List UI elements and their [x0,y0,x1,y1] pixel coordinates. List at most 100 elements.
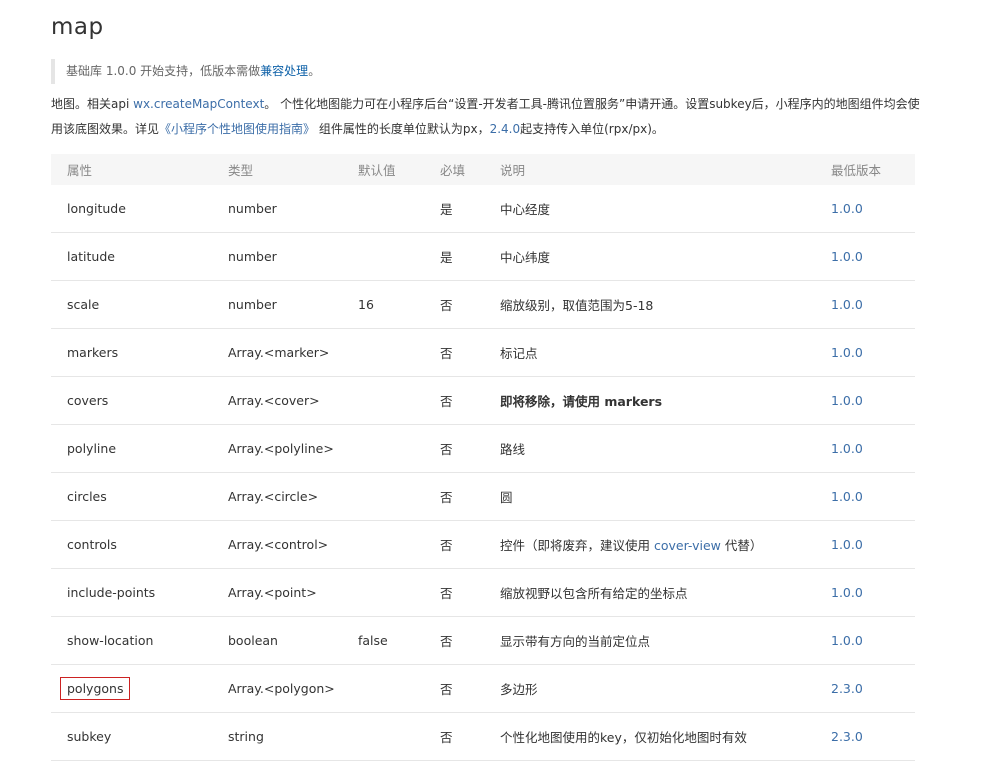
cell-required: 否 [440,520,500,569]
version-link[interactable]: 1.0.0 [831,345,863,360]
table-row: polygons Array.<polygon> 否多边形 2.3.0 [51,664,915,713]
cell-type: Array.<point> [212,568,358,617]
desc-text-1: 地图。相关api [51,97,134,111]
cell-attr: latitude [51,232,212,281]
version-link[interactable]: 1.0.0 [831,441,863,456]
cell-required: 否 [440,664,500,713]
header-desc: 说明 [500,163,526,178]
desc-text-3: 组件属性的长度单位默认为px， [315,122,490,136]
cell-default [358,185,440,233]
cell-attr: polyline [51,424,212,473]
version-link[interactable]: 1.0.0 [831,633,863,648]
table-row: show-location boolean false 否显示带有方向的当前定位点 1.… [51,616,915,665]
version-link[interactable]: 1.0.0 [831,297,863,312]
support-tip: 基础库 1.0.0 开始支持，低版本需做兼容处理。 [51,59,551,84]
tip-text: 基础库 1.0.0 开始支持，低版本需做 [66,64,261,78]
cell-attr: include-points [51,568,212,617]
cell-type: number [212,280,358,329]
version-2-4-0-link[interactable]: 2.4.0 [490,122,521,136]
cell-type: Array.<polyline> [212,424,358,473]
cell-desc: 缩放级别，取值范围为5-18 [500,280,831,329]
cell-attr: markers [51,328,212,377]
cell-default [358,376,440,425]
cell-type: string [212,712,358,761]
cell-default: false [358,616,440,665]
version-link[interactable]: 1.0.0 [831,537,863,552]
cell-version: 2.3.0 [831,712,915,761]
header-version: 最低版本 [831,163,882,178]
page-title: map [51,14,104,40]
cell-required: 否 [440,712,500,761]
cell-type: Array.<cover> [212,376,358,425]
attributes-table: 属性 类型 默认值 必填 说明 最低版本 longitude number 是中心经… [51,154,915,761]
cell-required: 是 [440,232,500,281]
custom-map-guide-link[interactable]: 《小程序个性地图使用指南》 [159,122,315,136]
cell-default: 16 [358,280,440,329]
cell-attr: scale [51,280,212,329]
table-row: scale number 16 否缩放级别，取值范围为5-18 1.0.0 [51,280,915,329]
cell-attr: controls [51,520,212,569]
version-link[interactable]: 1.0.0 [831,489,863,504]
table-row: longitude number 是中心经度 1.0.0 [51,185,915,233]
table-row: latitude number 是中心纬度 1.0.0 [51,232,915,281]
version-link[interactable]: 2.3.0 [831,681,863,696]
desc-text-4: 起支持传入单位(rpx/px)。 [520,122,664,136]
cell-version: 1.0.0 [831,185,915,233]
table-row: covers Array.<cover> 否即将移除，请使用 markers 1.0.… [51,376,915,425]
cell-type: number [212,185,358,233]
version-link[interactable]: 1.0.0 [831,201,863,216]
cell-default [358,232,440,281]
create-map-context-link[interactable]: wx.createMapContext [133,97,264,111]
cell-required: 否 [440,328,500,377]
cell-type: Array.<marker> [212,328,358,377]
cell-desc: 圆 [500,472,831,521]
cell-required: 否 [440,568,500,617]
cell-version: 1.0.0 [831,520,915,569]
desc-suffix: 代替） [720,538,763,553]
cell-desc: 多边形 [500,664,831,713]
cell-desc: 显示带有方向的当前定位点 [500,616,831,665]
cell-desc: 控件（即将废弃，建议使用 cover-view 代替） [500,520,831,569]
cell-attr: subkey [51,712,212,761]
cell-version: 1.0.0 [831,568,915,617]
version-link[interactable]: 1.0.0 [831,585,863,600]
cell-desc: 路线 [500,424,831,473]
cell-attr: polygons [51,664,212,713]
cell-required: 否 [440,280,500,329]
cell-desc: 个性化地图使用的key，仅初始化地图时有效 [500,712,831,761]
cell-default [358,568,440,617]
cell-desc: 即将移除，请使用 markers [500,376,831,425]
cell-desc: 缩放视野以包含所有给定的坐标点 [500,568,831,617]
desc-prefix: 控件（即将废弃，建议使用 [500,538,654,553]
version-link[interactable]: 1.0.0 [831,249,863,264]
cell-required: 否 [440,376,500,425]
cell-version: 1.0.0 [831,424,915,473]
cell-required: 是 [440,185,500,233]
cell-default [358,520,440,569]
cell-required: 否 [440,424,500,473]
cell-type: boolean [212,616,358,665]
table-row: circles Array.<circle> 否圆 1.0.0 [51,472,915,521]
cell-version: 1.0.0 [831,616,915,665]
cover-view-link[interactable]: cover-view [654,538,721,553]
version-link[interactable]: 1.0.0 [831,393,863,408]
compat-link[interactable]: 兼容处理 [260,64,308,78]
cell-desc: 中心纬度 [500,232,831,281]
cell-required: 否 [440,616,500,665]
cell-type: Array.<circle> [212,472,358,521]
header-default: 默认值 [358,163,396,178]
table-row: include-points Array.<point> 否缩放视野以包含所有给定的… [51,568,915,617]
cell-attr: longitude [51,185,212,233]
cell-version: 1.0.0 [831,232,915,281]
cell-version: 1.0.0 [831,472,915,521]
cell-attr: circles [51,472,212,521]
version-link[interactable]: 2.3.0 [831,729,863,744]
cell-type: Array.<control> [212,520,358,569]
cell-default [358,664,440,713]
header-type: 类型 [228,163,254,178]
cell-attr: covers [51,376,212,425]
component-description: 地图。相关api wx.createMapContext。 个性化地图能力可在小… [51,92,921,142]
cell-desc: 中心经度 [500,185,831,233]
cell-version: 1.0.0 [831,376,915,425]
highlighted-attr-box: polygons [59,677,131,700]
